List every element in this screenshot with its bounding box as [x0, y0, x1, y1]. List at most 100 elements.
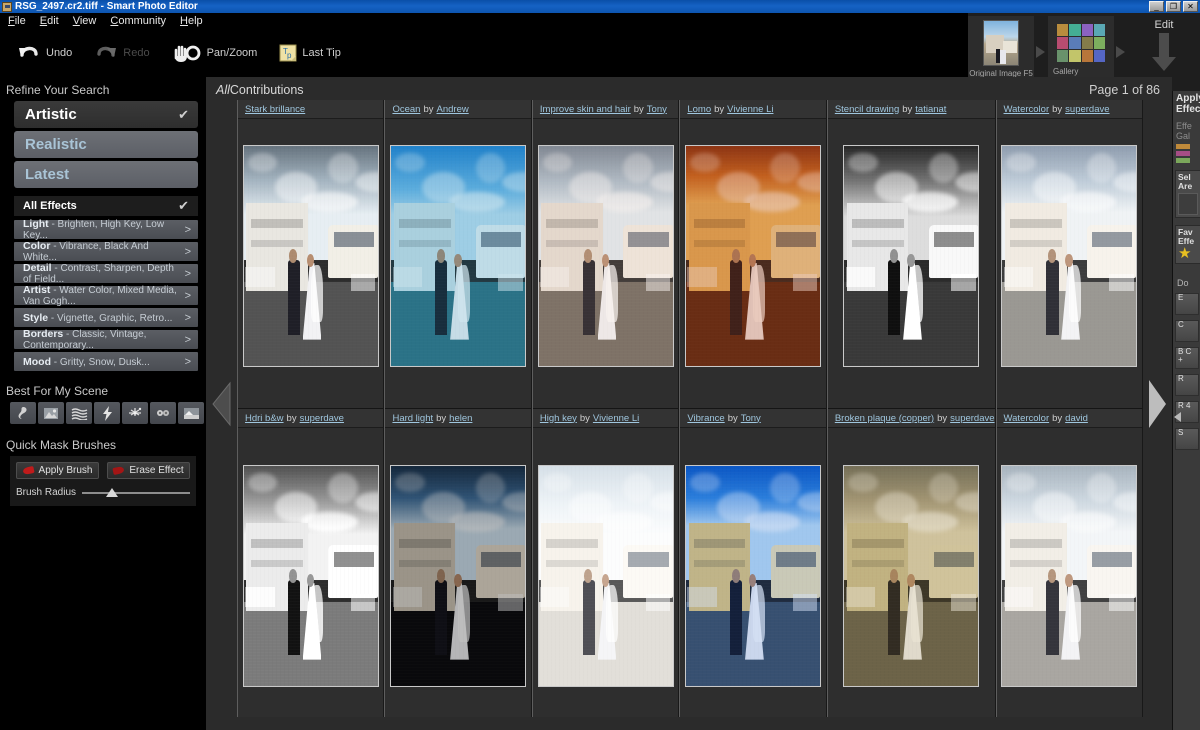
contribution-cell[interactable]: Hdri b&w by superdave — [238, 409, 384, 717]
category-borders[interactable]: Borders - Classic, Vintage, Contemporary… — [14, 328, 198, 351]
author-link[interactable]: Andrew — [437, 104, 469, 115]
effect-thumbnail[interactable] — [685, 145, 822, 367]
brush-radius-slider[interactable] — [82, 487, 190, 498]
category-artist[interactable]: Artist - Water Color, Mixed Media, Van G… — [14, 284, 198, 307]
effect-thumbnail-image — [243, 466, 378, 686]
effect-thumbnail[interactable] — [685, 465, 822, 687]
effect-name-link[interactable]: Broken plaque (copper) — [835, 413, 934, 424]
category-color[interactable]: Color - Vibrance, Black And White... > — [14, 240, 198, 263]
effect-name-link[interactable]: Lomo — [687, 104, 711, 115]
contribution-cell[interactable]: Stark brillance — [238, 100, 384, 409]
contribution-cell[interactable]: Watercolor by david — [996, 409, 1142, 717]
category-name: Detail — [23, 262, 52, 274]
effect-thumbnail[interactable] — [242, 465, 379, 687]
scene-button-water-waves[interactable] — [66, 402, 92, 424]
scene-button-flower-swirl[interactable] — [10, 402, 36, 424]
author-link[interactable]: david — [1065, 413, 1088, 424]
right-panel-button-5[interactable]: S — [1175, 428, 1199, 450]
effect-thumbnail[interactable] — [390, 145, 527, 367]
scene-button-flowers[interactable] — [150, 402, 176, 424]
category-style[interactable]: Style - Vignette, Graphic, Retro... > — [14, 308, 198, 327]
erase-effect-button[interactable]: Erase Effect — [107, 462, 190, 479]
effect-name-link[interactable]: Improve skin and hair — [540, 104, 631, 115]
contribution-cell[interactable]: Improve skin and hair by Tony — [532, 100, 679, 409]
filter-pill-realistic[interactable]: Realistic — [14, 131, 198, 158]
contribution-cell[interactable]: Broken plaque (copper) by superdave — [827, 409, 995, 717]
scene-button-landscape[interactable] — [38, 402, 64, 424]
author-link[interactable]: tatianat — [915, 104, 946, 115]
right-panel-button-1[interactable]: C — [1175, 320, 1199, 342]
eraser-icon — [112, 465, 125, 476]
prev-page-arrow[interactable] — [206, 77, 237, 730]
author-link[interactable]: superdave — [300, 413, 344, 424]
author-link[interactable]: Vivienne Li — [727, 104, 773, 115]
menu-file-mnemonic: F — [8, 15, 15, 27]
category-mood[interactable]: Mood - Gritty, Snow, Dusk... > — [14, 352, 198, 371]
contribution-cell[interactable]: High key by Vivienne Li — [532, 409, 679, 717]
pan-zoom-button[interactable]: Pan/Zoom — [161, 33, 269, 73]
effect-thumbnail[interactable] — [1001, 145, 1138, 367]
close-button[interactable]: ✕ — [1183, 1, 1198, 12]
favorite-effects-box[interactable]: Fav Effe ★ — [1175, 225, 1200, 264]
category-detail[interactable]: Detail - Contrast, Sharpen, Depth of Fie… — [14, 262, 198, 285]
minimize-button[interactable]: _ — [1149, 1, 1164, 12]
effect-name-link[interactable]: Stencil drawing — [835, 104, 899, 115]
scene-button-sunset[interactable] — [178, 402, 204, 424]
author-link[interactable]: superdave — [1065, 104, 1109, 115]
author-link[interactable]: Tony — [741, 413, 761, 424]
effect-name-link[interactable]: Vibrance — [687, 413, 724, 424]
by-text: by — [423, 103, 434, 115]
slider-thumb[interactable] — [105, 487, 118, 497]
category-light[interactable]: Light - Brighten, High Key, Low Key... > — [14, 218, 198, 241]
next-page-arrow[interactable] — [1141, 77, 1172, 730]
redo-button[interactable]: Redo — [83, 33, 160, 73]
effect-name-link[interactable]: Hdri b&w — [245, 413, 284, 424]
last-tip-button[interactable]: T p Last Tip — [268, 33, 352, 73]
effect-thumbnail[interactable] — [537, 145, 674, 367]
filter-pill-artistic[interactable]: Artistic ✔ — [14, 101, 198, 128]
restore-button[interactable]: ❐ — [1166, 1, 1181, 12]
effect-name-link[interactable]: Stark brillance — [245, 104, 305, 115]
contribution-cell[interactable]: Ocean by Andrew — [385, 100, 531, 409]
effect-name-link[interactable]: Ocean — [392, 104, 420, 115]
effect-thumbnail[interactable] — [242, 145, 379, 367]
effect-thumbnail[interactable] — [1001, 465, 1138, 687]
effect-name-link[interactable]: Watercolor — [1004, 413, 1050, 424]
menu-edit[interactable]: Edit — [40, 15, 59, 27]
contribution-cell[interactable]: Hard light by helen — [385, 409, 531, 717]
apply-brush-button[interactable]: Apply Brush — [16, 462, 99, 479]
effect-name-link[interactable]: Hard light — [392, 413, 433, 424]
contribution-cell[interactable]: Watercolor by superdave — [996, 100, 1142, 409]
effect-thumbnail[interactable] — [537, 465, 674, 687]
author-link[interactable]: superdave — [950, 413, 994, 424]
contribution-cell[interactable]: Lomo by Vivienne Li — [680, 100, 826, 409]
effect-name-link[interactable]: High key — [540, 413, 577, 424]
author-link[interactable]: Vivienne Li — [593, 413, 639, 424]
undo-button[interactable]: Undo — [6, 33, 83, 73]
collapse-panel-arrow[interactable] — [1173, 409, 1183, 428]
author-link[interactable]: Tony — [647, 104, 667, 115]
scene-button-lightning[interactable] — [94, 402, 120, 424]
scene-button-fireworks[interactable] — [122, 402, 148, 424]
effect-thumbnail[interactable] — [843, 145, 980, 367]
right-panel-button-3[interactable]: R — [1175, 374, 1199, 396]
effect-thumbnail[interactable] — [390, 465, 527, 687]
filter-pill-latest[interactable]: Latest — [14, 161, 198, 188]
menu-community[interactable]: Community — [110, 15, 166, 27]
chevron-right-icon: > — [184, 355, 191, 368]
right-panel-button-0[interactable]: E — [1175, 293, 1199, 315]
author-link[interactable]: helen — [449, 413, 472, 424]
contribution-header: Hard light by helen — [385, 409, 531, 428]
select-area-box[interactable]: Sel Are — [1175, 170, 1200, 218]
menu-file[interactable]: File — [8, 15, 26, 27]
effect-thumbnail[interactable] — [843, 465, 980, 687]
menu-help[interactable]: Help — [180, 15, 203, 27]
right-panel: Apply Effects Effe Gal Sel Are Fav Effe … — [1172, 91, 1200, 730]
menu-view[interactable]: View — [73, 15, 97, 27]
all-effects-row[interactable]: All Effects ✔ — [14, 196, 198, 216]
contribution-cell[interactable]: Stencil drawing by tatianat — [827, 100, 995, 409]
left-sidebar: Refine Your Search Artistic ✔ Realistic … — [0, 77, 206, 730]
contribution-cell[interactable]: Vibrance by Tony — [680, 409, 826, 717]
right-panel-button-2[interactable]: B C + — [1175, 347, 1199, 369]
effect-name-link[interactable]: Watercolor — [1004, 104, 1050, 115]
